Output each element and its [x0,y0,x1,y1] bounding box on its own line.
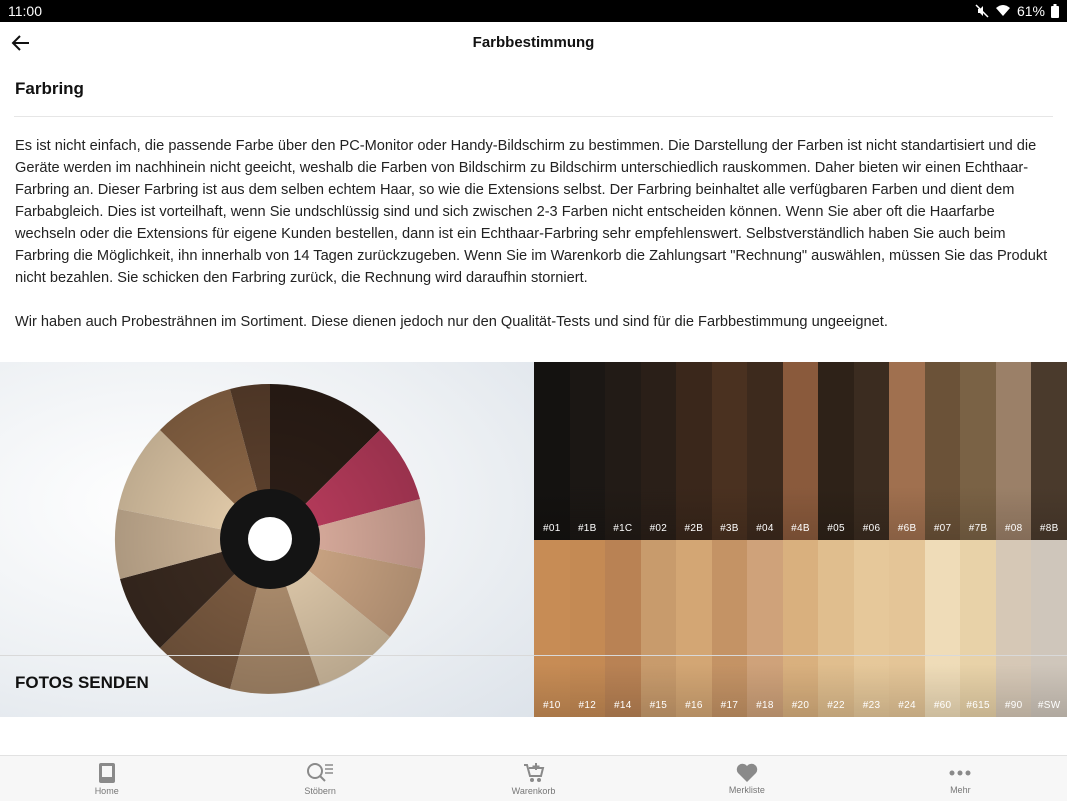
search-icon [307,762,334,782]
swatch-label: #24 [898,700,916,711]
swatch-label: #8B [1039,523,1059,534]
paragraph-2: Wir haben auch Probesträhnen im Sortimen… [15,314,888,330]
nav-label-home: Home [94,785,119,796]
color-swatch: #SW [1031,540,1067,717]
swatch-label: #08 [1004,523,1023,534]
cart-icon [523,762,544,782]
app-bar: Farbbestimmung [0,22,1067,62]
swatch-label: #01 [542,523,561,534]
color-swatch: #2B [676,362,712,540]
color-swatch: #3B [711,362,748,540]
swatch-label: #22 [827,700,845,711]
swatch-label: #12 [578,700,597,711]
status-time: 11:00 [8,3,42,19]
color-swatch: #14 [605,540,641,717]
swatch-label: #90 [1004,700,1023,711]
color-swatch: #23 [853,540,890,717]
swatch-label: #10 [542,700,561,711]
home-icon [98,762,115,783]
swatch-label: #18 [756,700,774,711]
swatch-label: #1C [613,523,633,534]
color-swatch: #05 [818,362,854,540]
nav-item-cart[interactable]: Warenkorb [427,756,640,801]
heart-icon [736,763,758,782]
swatch-label: #60 [933,700,952,711]
color-swatch: #18 [747,540,783,717]
swatch-row-light: #10 #12 #14 #15 #16 #17 #18 #20 #22 #23 #24 #60 #615… [534,540,1067,717]
nav-label-cart: Warenkorb [511,785,556,796]
color-swatch: #20 [782,540,819,717]
color-swatch: #16 [676,540,712,717]
status-bar: 11:00 61% [0,0,1067,22]
mute-icon [975,4,989,18]
color-swatch: #615 [960,540,996,717]
paragraph-1: Es ist nicht einfach, die passende Farbe… [15,138,1048,286]
color-swatch: #60 [924,540,961,717]
color-images: #01 #1B #1C #02 #2B #3B #04 #4B #05 #06 #6B #07 #7B #… [0,362,1067,717]
swatch-label: #05 [827,523,845,534]
color-swatch: #4B [782,362,819,540]
battery-percent: 61% [1016,3,1045,19]
swatch-label: #23 [862,700,881,711]
color-swatch: #07 [924,362,961,540]
more-icon [949,770,971,775]
color-swatch: #04 [747,362,783,540]
status-icons: 61% [975,3,1059,19]
nav-label-browse: Stöbern [304,785,336,796]
color-swatch: #06 [853,362,890,540]
swatch-label: #06 [862,523,881,534]
section-title: Farbring [15,79,84,98]
color-ring-image [0,362,534,717]
color-swatch: #10 [534,540,570,717]
swatch-label: #04 [756,523,774,534]
swatch-label: #15 [649,700,668,711]
color-swatch: #90 [995,540,1032,717]
swatch-label: #7B [968,523,988,534]
swatch-label: #SW [1037,700,1061,711]
color-swatch: #6B [889,362,925,540]
page-title: Farbbestimmung [472,33,595,51]
bottom-navigation: Home Stöbern Warenkorb Merkliste Mehr [0,755,1067,801]
battery-icon [1051,4,1059,18]
back-arrow-icon[interactable] [10,32,32,54]
color-ring-illustration [114,383,426,694]
swatch-label: #17 [720,700,739,711]
swatch-label: #14 [614,700,632,711]
color-swatch: #7B [960,362,996,540]
swatch-label: #1B [577,523,597,534]
section-title-photos: FOTOS SENDEN [15,673,149,692]
swatch-label: #2B [684,523,704,534]
color-swatch: #24 [889,540,925,717]
content-area[interactable]: Farbring Es ist nicht einfach, die passe… [0,62,1067,717]
description-text: Es ist nicht einfach, die passende Farbe… [0,117,1067,333]
nav-label-more: Mehr [950,784,971,795]
nav-item-more[interactable]: Mehr [854,756,1067,801]
color-swatch: #08 [995,362,1032,540]
wifi-icon [995,5,1010,16]
swatch-label: #07 [933,523,952,534]
color-swatch: #12 [569,540,606,717]
color-swatch: #1B [569,362,606,540]
swatch-label: #615 [966,700,990,711]
swatch-label: #6B [897,523,917,534]
divider [0,655,1067,656]
swatch-label: #4B [791,523,810,534]
color-swatch: #02 [640,362,677,540]
swatch-label: #16 [685,700,703,711]
nav-item-home[interactable]: Home [0,756,213,801]
color-swatch: #1C [605,362,641,540]
color-swatch: #01 [534,362,570,540]
color-chart-image: #01 #1B #1C #02 #2B #3B #04 #4B #05 #06 #6B #07 #7B #… [534,362,1067,717]
color-swatch: #17 [711,540,748,717]
swatch-row-dark: #01 #1B #1C #02 #2B #3B #04 #4B #05 #06 #6B #07 #7B #… [534,362,1067,540]
nav-item-wishlist[interactable]: Merkliste [640,756,853,801]
swatch-label: #02 [649,523,668,534]
nav-label-wishlist: Merkliste [728,784,765,795]
color-swatch: #15 [640,540,677,717]
color-swatch: #8B [1031,362,1067,540]
color-swatch: #22 [818,540,854,717]
swatch-label: #20 [791,700,810,711]
nav-item-browse[interactable]: Stöbern [213,756,426,801]
swatch-label: #3B [720,523,739,534]
